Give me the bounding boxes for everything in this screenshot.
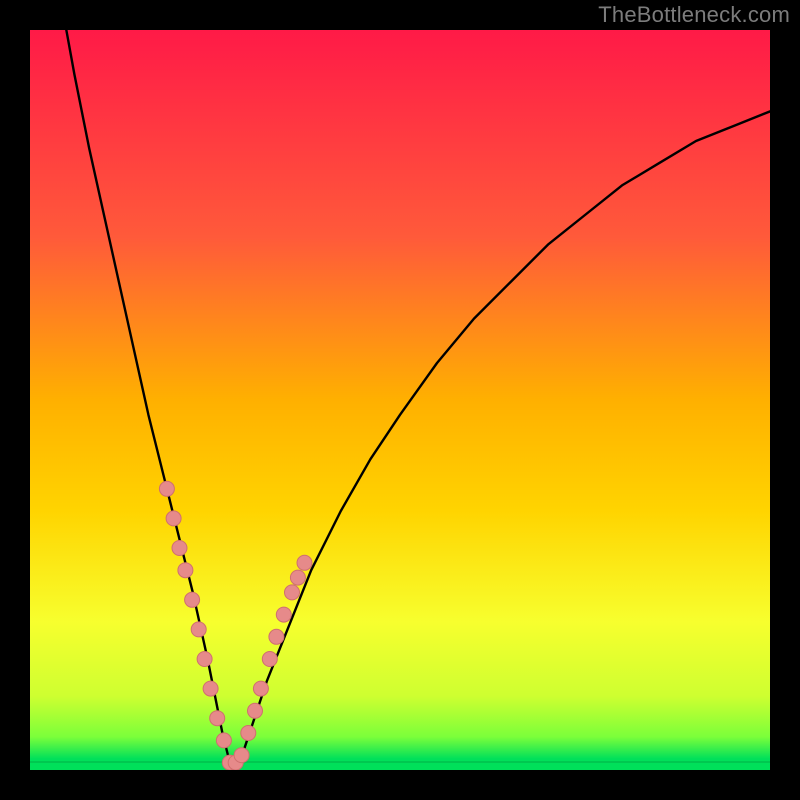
- plot-area: [30, 30, 770, 770]
- data-marker: [185, 592, 200, 607]
- data-marker: [210, 711, 225, 726]
- data-marker: [203, 681, 218, 696]
- data-marker: [290, 570, 305, 585]
- data-marker: [172, 541, 187, 556]
- bottleneck-chart: [30, 30, 770, 770]
- data-marker: [178, 563, 193, 578]
- data-marker: [191, 622, 206, 637]
- data-marker: [262, 652, 277, 667]
- data-marker: [216, 733, 231, 748]
- data-marker: [285, 585, 300, 600]
- data-marker: [276, 607, 291, 622]
- chart-container: TheBottleneck.com: [0, 0, 800, 800]
- data-marker: [234, 748, 249, 763]
- data-marker: [166, 511, 181, 526]
- watermark-text: TheBottleneck.com: [598, 2, 790, 28]
- data-marker: [269, 629, 284, 644]
- data-marker: [197, 652, 212, 667]
- data-marker: [297, 555, 312, 570]
- data-marker: [159, 481, 174, 496]
- data-marker: [241, 726, 256, 741]
- data-marker: [248, 703, 263, 718]
- data-marker: [253, 681, 268, 696]
